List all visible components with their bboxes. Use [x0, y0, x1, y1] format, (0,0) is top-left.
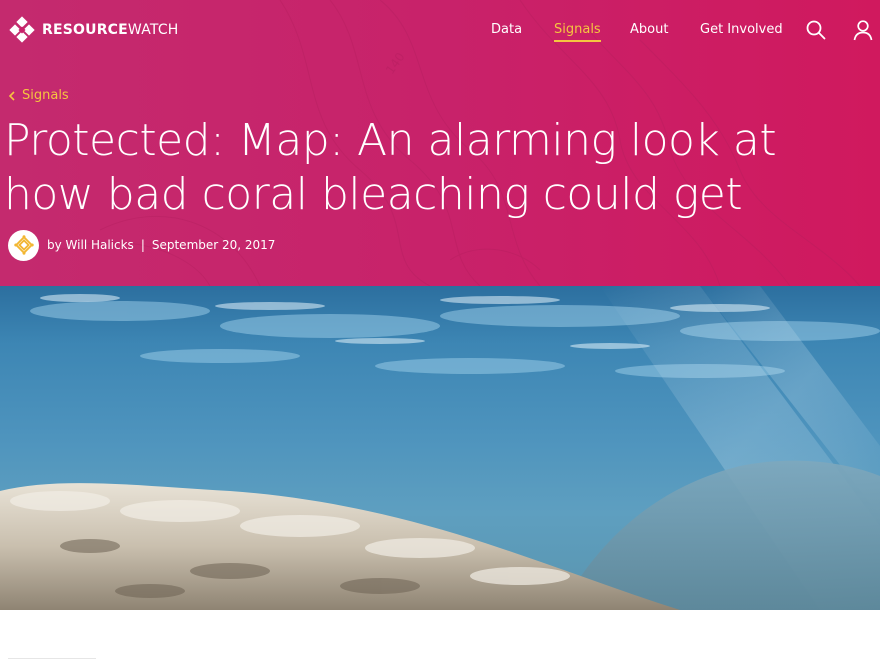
content-divider	[8, 658, 96, 659]
user-account-button[interactable]	[852, 19, 874, 41]
site-header: RESOURCEWATCH Data Signals About Get Inv…	[0, 0, 880, 60]
nav-item-about[interactable]: About	[630, 20, 668, 40]
chevron-left-icon	[8, 90, 15, 101]
author-name[interactable]: Will Halicks	[66, 238, 134, 252]
search-icon	[806, 20, 826, 40]
logo-mark-icon	[9, 16, 35, 43]
publish-date: September 20, 2017	[151, 238, 276, 252]
article-hero: 140 RESOURCEWATCH Data Signals About Get…	[0, 0, 880, 286]
nav-item-signals[interactable]: Signals	[554, 20, 601, 42]
nav-item-data[interactable]: Data	[491, 20, 522, 40]
byline-separator: |	[140, 238, 145, 252]
article-title: Protected: Map: An alarming look at how …	[4, 115, 777, 220]
author-prefix: by	[47, 238, 62, 252]
article-body	[0, 610, 880, 660]
breadcrumb-signals[interactable]: Signals	[8, 88, 69, 103]
coral-reef-photo	[0, 286, 880, 610]
resourcewatch-logo[interactable]: RESOURCEWATCH	[8, 16, 179, 44]
nav-item-get-involved[interactable]: Get Involved	[700, 20, 783, 40]
search-button[interactable]	[805, 19, 827, 41]
author-avatar-icon	[13, 235, 34, 255]
user-icon	[853, 20, 873, 41]
article-byline: by Will Halicks | September 20, 2017	[8, 229, 275, 261]
breadcrumb-label: Signals	[22, 88, 69, 103]
logo-text: RESOURCEWATCH	[42, 22, 179, 38]
hero-image	[0, 286, 880, 610]
author-avatar	[8, 229, 39, 261]
